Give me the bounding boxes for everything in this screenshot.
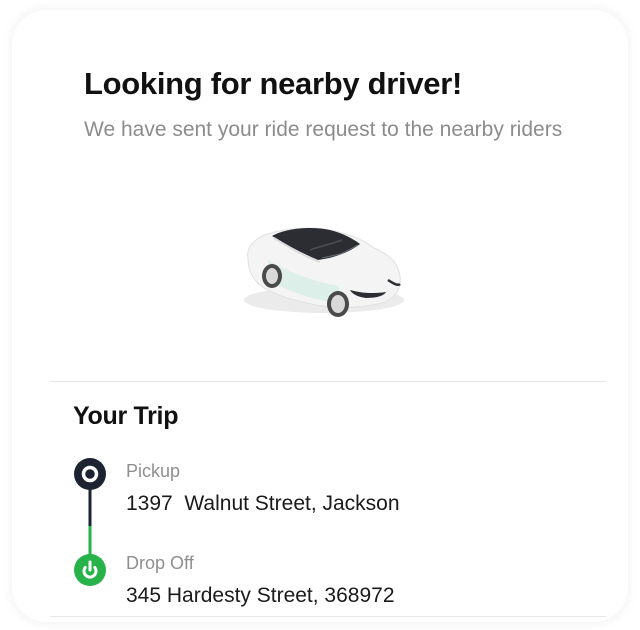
dropoff-label: Drop Off	[126, 553, 194, 573]
trip-section-title: Your Trip	[73, 402, 179, 430]
pickup-marker-icon	[74, 458, 106, 490]
page-title: Looking for nearby driver!	[84, 66, 463, 101]
dropoff-marker-icon	[74, 554, 106, 586]
dropoff-address[interactable]: 345 Hardesty Street, 368972	[126, 584, 395, 608]
section-divider-bottom	[50, 616, 606, 617]
section-divider	[50, 381, 606, 382]
pickup-address[interactable]: 1397 Walnut Street, Jackson	[126, 492, 400, 516]
route-timeline	[74, 458, 106, 586]
ride-request-card: Looking for nearby driver! We have sent …	[12, 10, 628, 622]
car-icon	[244, 227, 404, 317]
pickup-label: Pickup	[126, 461, 181, 481]
page-subtitle: We have sent your ride request to the ne…	[84, 118, 563, 141]
